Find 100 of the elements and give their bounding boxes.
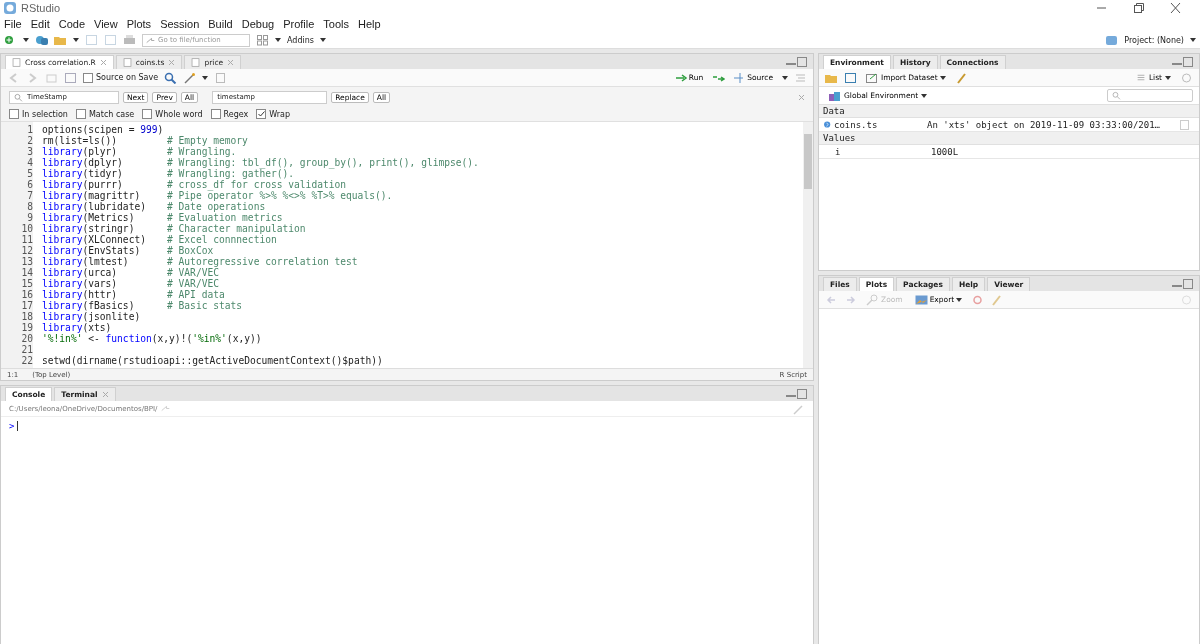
project-menu[interactable]: Project: (None) <box>1124 35 1184 45</box>
code-line: library(stringr) <box>42 223 135 234</box>
refresh-icon[interactable] <box>1180 71 1193 84</box>
code-comment: # Excel connnection <box>167 234 277 245</box>
code-line: library(plyr) <box>42 146 119 157</box>
code-line: library(httr) <box>42 289 119 300</box>
code-line: '%!in%' <- function(x,y)!('%in%'(x,y)) <box>42 333 262 344</box>
line-number: 2 <box>26 135 33 146</box>
show-in-window-icon[interactable] <box>45 71 58 84</box>
broom-icon[interactable] <box>792 402 805 415</box>
print-icon[interactable] <box>123 34 136 46</box>
menu-item[interactable]: Help <box>358 18 381 30</box>
code-line: rm(list=ls()) <box>42 135 119 146</box>
import-icon[interactable] <box>866 71 879 84</box>
menu-item[interactable]: Profile <box>283 18 315 30</box>
code-comment: # API data <box>167 289 225 300</box>
checkbox[interactable] <box>210 109 221 119</box>
compile-icon[interactable] <box>214 71 228 84</box>
file-icon[interactable] <box>191 58 201 67</box>
broom-icon[interactable] <box>954 71 968 84</box>
line-number: 19 <box>20 322 33 333</box>
code-line: library(EnvStats) <box>42 245 142 256</box>
close-icon[interactable] <box>1169 2 1182 14</box>
menu-item[interactable]: Code <box>58 18 85 30</box>
code-line: library(XLConnect) <box>42 234 147 245</box>
code-comment: # BoxCox <box>167 245 214 256</box>
checkbox-label: Wrap <box>269 109 291 119</box>
menu-item[interactable]: Plots <box>126 18 152 30</box>
menu-item[interactable]: View <box>94 18 118 30</box>
app-logo-icon[interactable] <box>4 2 17 14</box>
code-comment: # Basic stats <box>167 300 243 311</box>
maximize-icon[interactable] <box>797 389 807 399</box>
search-icon[interactable] <box>14 92 23 102</box>
variable-name: coins.ts <box>834 119 878 130</box>
line-number: 18 <box>20 311 33 322</box>
menu-item[interactable]: Edit <box>30 18 50 30</box>
menu-item[interactable]: File <box>4 18 22 30</box>
grid-icon[interactable] <box>256 34 269 46</box>
line-number: 10 <box>20 223 33 234</box>
checkbox[interactable] <box>142 109 153 119</box>
checkbox[interactable] <box>9 109 19 119</box>
broom-icon[interactable] <box>990 293 1004 306</box>
save-all-icon[interactable] <box>104 34 117 46</box>
outline-icon[interactable] <box>794 71 807 84</box>
line-number: 9 <box>26 212 33 223</box>
back-icon[interactable] <box>825 293 838 306</box>
save-icon[interactable] <box>64 71 77 84</box>
scrollbar[interactable] <box>803 122 813 368</box>
code-line: library(Metrics) <box>42 212 136 223</box>
line-number: 20 <box>20 333 33 344</box>
code-line: library(lmtest) <box>42 256 130 267</box>
code-line: library(purrr) <box>42 179 124 190</box>
file-icon[interactable] <box>12 58 21 67</box>
new-project-icon[interactable] <box>35 34 48 46</box>
menu-item[interactable]: Session <box>160 18 200 30</box>
code-line: library(lubridate) <box>42 201 147 212</box>
addins-menu[interactable]: Addins <box>287 35 314 45</box>
checkbox[interactable] <box>256 109 267 119</box>
code-comment: # Character manipulation <box>167 223 306 234</box>
list-icon[interactable] <box>1135 73 1146 82</box>
table-icon[interactable] <box>1178 118 1191 131</box>
open-folder-icon[interactable] <box>54 34 67 46</box>
section-header: Data <box>819 105 1199 118</box>
menu-item[interactable]: Debug <box>241 18 275 30</box>
menu-item[interactable]: Build <box>208 18 233 30</box>
caret-icon <box>956 297 963 302</box>
code-comment: # Autoregressive correlation test <box>167 256 358 267</box>
forward-icon[interactable] <box>844 293 857 306</box>
section-header: Values <box>819 132 1199 145</box>
caret-icon <box>782 75 788 80</box>
search-field[interactable] <box>1107 89 1193 102</box>
caret-icon <box>23 38 29 42</box>
code-comment: # VAR/VEC <box>167 267 219 278</box>
code-comment: # VAR/VEC <box>167 278 219 289</box>
menu-item[interactable]: Tools <box>323 18 350 30</box>
restore-icon[interactable] <box>1132 2 1145 14</box>
file-icon[interactable] <box>122 58 132 67</box>
environment-icon[interactable] <box>828 89 841 102</box>
code-comment: # Evaluation metrics <box>167 212 283 223</box>
line-number: 12 <box>20 245 33 256</box>
search-icon[interactable] <box>164 71 178 84</box>
console-prompt: > <box>9 421 15 431</box>
checkbox[interactable] <box>83 72 93 83</box>
magic-wand-icon[interactable] <box>183 71 197 84</box>
maximize-icon[interactable] <box>797 57 807 67</box>
export-icon[interactable] <box>914 293 928 306</box>
caret-icon <box>921 93 928 98</box>
window-title: RStudio <box>21 2 61 14</box>
checkbox[interactable] <box>75 109 86 119</box>
remove-plot-icon[interactable] <box>971 293 985 306</box>
save-icon[interactable] <box>844 71 857 84</box>
run-arrow-icon[interactable] <box>675 71 689 84</box>
code-line: setwd(dirname(rstudioapi::getActiveDocumentContext()$path)) <box>42 355 383 366</box>
project-icon[interactable] <box>1105 34 1119 46</box>
maximize-icon[interactable] <box>1183 57 1193 67</box>
caret-icon <box>275 38 281 42</box>
maximize-icon[interactable] <box>1183 279 1193 289</box>
expand-icon[interactable] <box>823 120 832 129</box>
caret-icon <box>939 75 946 80</box>
refresh-icon[interactable] <box>1180 293 1193 306</box>
